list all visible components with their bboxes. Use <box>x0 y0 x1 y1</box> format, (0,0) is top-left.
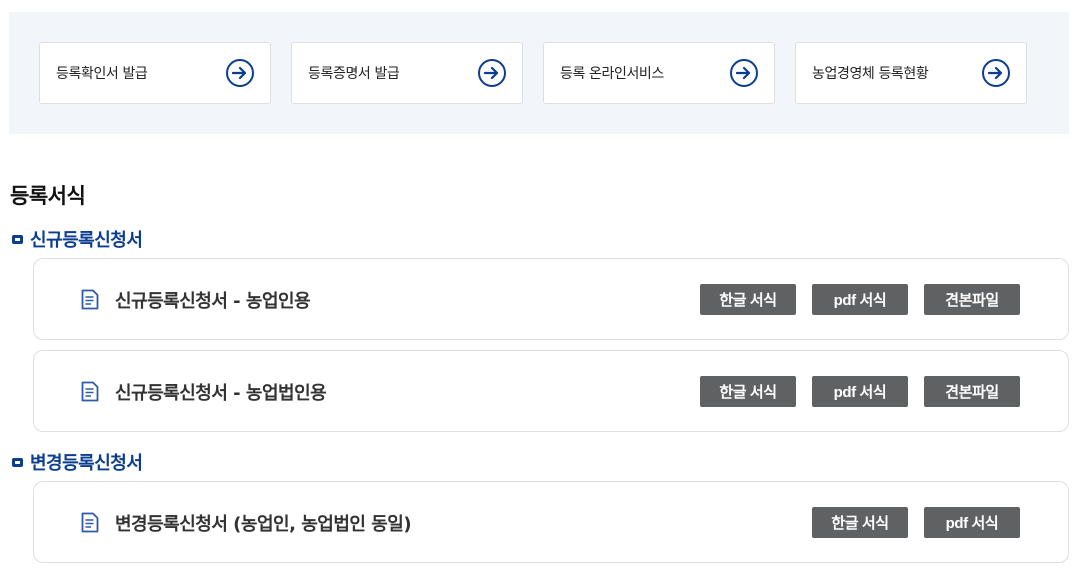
hwp-download-button[interactable]: 한글 서식 <box>812 507 908 538</box>
form-name: 변경등록신청서 (농업인, 농업법인 동일) <box>115 514 412 535</box>
form-name: 신규등록신청서 - 농업법인용 <box>115 383 327 404</box>
quick-link-online-service[interactable]: 등록 온라인서비스 <box>543 42 775 104</box>
sample-file-button[interactable]: 견본파일 <box>924 376 1020 407</box>
quick-link-registration-confirmation[interactable]: 등록확인서 발급 <box>39 42 271 104</box>
group-title-new: 신규등록신청서 <box>12 226 143 252</box>
pdf-download-button[interactable]: pdf 서식 <box>812 284 908 315</box>
quick-link-label: 농업경영체 등록현황 <box>812 66 929 82</box>
hwp-download-button[interactable]: 한글 서식 <box>700 284 796 315</box>
arrow-right-icon <box>982 59 1010 87</box>
form-row: 신규등록신청서 - 농업법인용 한글 서식 pdf 서식 견본파일 <box>33 350 1069 432</box>
form-row: 신규등록신청서 - 농업인용 한글 서식 pdf 서식 견본파일 <box>33 258 1069 340</box>
quick-link-label: 등록확인서 발급 <box>56 66 148 82</box>
quick-link-label: 등록증명서 발급 <box>308 66 400 82</box>
quick-link-registration-status[interactable]: 농업경영체 등록현황 <box>795 42 1027 104</box>
form-row: 변경등록신청서 (농업인, 농업법인 동일) 한글 서식 pdf 서식 <box>33 481 1069 563</box>
section-title: 등록서식 <box>10 184 86 208</box>
document-icon <box>81 512 99 533</box>
pdf-download-button[interactable]: pdf 서식 <box>812 376 908 407</box>
group-title-change: 변경등록신청서 <box>12 449 143 475</box>
square-bullet-icon <box>12 234 23 244</box>
pdf-download-button[interactable]: pdf 서식 <box>924 507 1020 538</box>
square-bullet-icon <box>12 457 23 467</box>
form-name: 신규등록신청서 - 농업인용 <box>115 291 311 312</box>
hwp-download-button[interactable]: 한글 서식 <box>700 376 796 407</box>
group-title-label: 신규등록신청서 <box>30 230 143 251</box>
document-icon <box>81 381 99 402</box>
quick-link-label: 등록 온라인서비스 <box>560 66 664 82</box>
quick-links-panel: 등록확인서 발급 등록증명서 발급 등록 온라인서비스 농업경영체 등록현황 <box>9 12 1069 134</box>
arrow-right-icon <box>730 59 758 87</box>
group-title-label: 변경등록신청서 <box>30 453 143 474</box>
sample-file-button[interactable]: 견본파일 <box>924 284 1020 315</box>
arrow-right-icon <box>226 59 254 87</box>
quick-link-registration-certificate[interactable]: 등록증명서 발급 <box>291 42 523 104</box>
arrow-right-icon <box>478 59 506 87</box>
document-icon <box>81 289 99 310</box>
